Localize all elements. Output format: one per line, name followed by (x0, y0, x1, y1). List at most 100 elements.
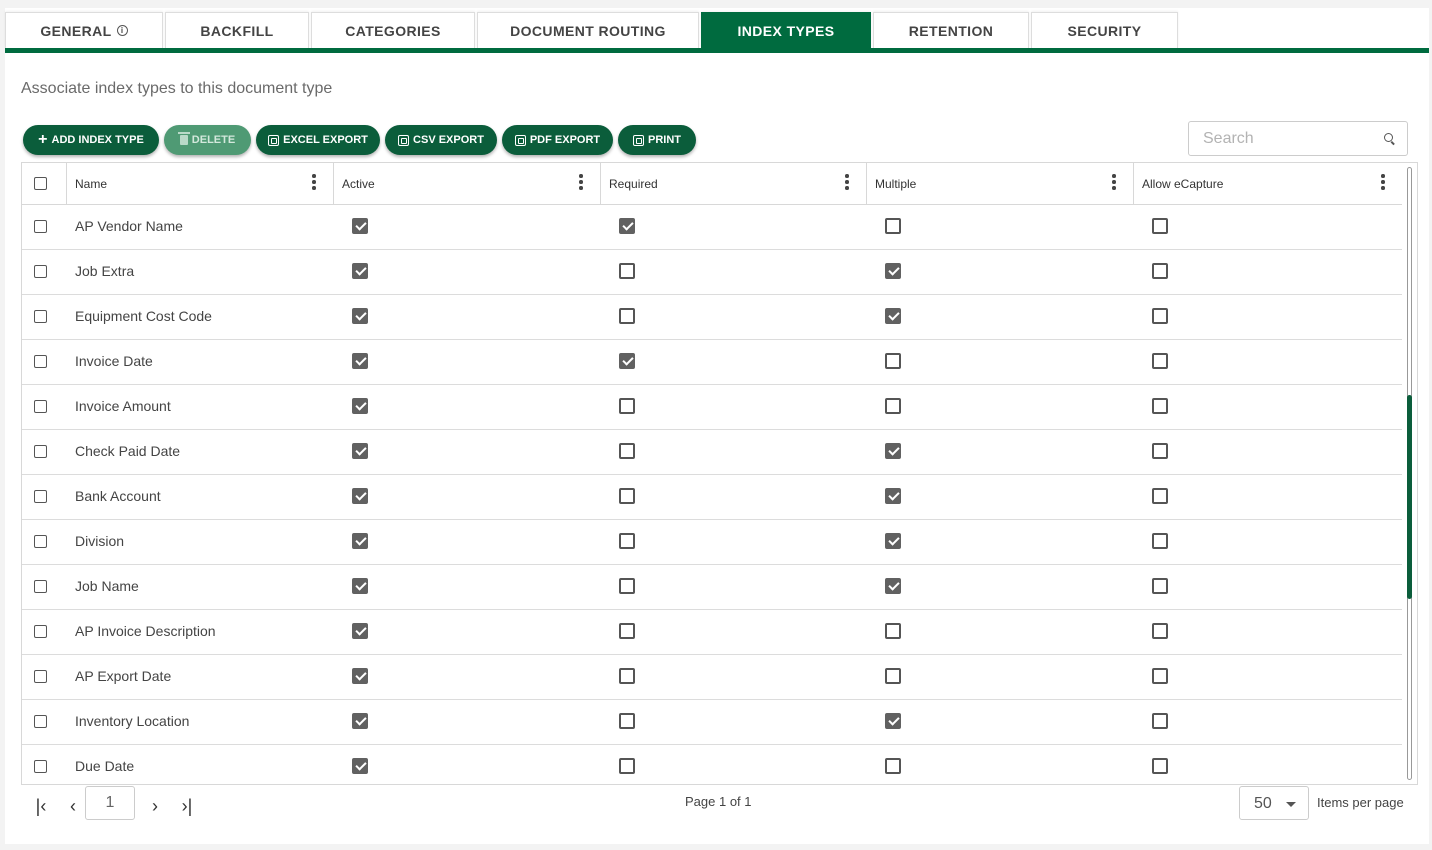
active-checkbox[interactable] (352, 443, 368, 459)
table-row[interactable]: AP Invoice Description (22, 610, 1402, 655)
add-index-type-button[interactable]: + ADD INDEX TYPE (23, 125, 159, 155)
column-menu-icon[interactable] (312, 174, 316, 190)
search-icon[interactable] (1384, 133, 1393, 142)
multiple-checkbox[interactable] (885, 218, 901, 234)
select-all-checkbox[interactable] (34, 177, 47, 190)
column-header-name[interactable]: Name (67, 163, 334, 204)
active-checkbox[interactable] (352, 263, 368, 279)
ecapture-checkbox[interactable] (1152, 218, 1168, 234)
row-select-checkbox[interactable] (34, 580, 47, 593)
row-select-checkbox[interactable] (34, 715, 47, 728)
table-row[interactable]: Bank Account (22, 475, 1402, 520)
column-menu-icon[interactable] (845, 174, 849, 190)
excel-export-button[interactable]: EXCEL EXPORT (256, 125, 380, 155)
ecapture-checkbox[interactable] (1152, 353, 1168, 369)
multiple-checkbox[interactable] (885, 443, 901, 459)
table-row[interactable]: Inventory Location (22, 700, 1402, 745)
required-checkbox[interactable] (619, 443, 635, 459)
multiple-checkbox[interactable] (885, 308, 901, 324)
required-checkbox[interactable] (619, 263, 635, 279)
tab-backfill[interactable]: BACKFILL (165, 12, 309, 48)
column-header-allow-ecapture[interactable]: Allow eCapture (1134, 163, 1402, 204)
required-checkbox[interactable] (619, 308, 635, 324)
delete-button[interactable]: DELETE (164, 125, 251, 155)
table-row[interactable]: Equipment Cost Code (22, 295, 1402, 340)
table-row[interactable]: Division (22, 520, 1402, 565)
tab-categories[interactable]: CATEGORIES (311, 12, 475, 48)
tab-index-types[interactable]: INDEX TYPES (701, 12, 871, 48)
ecapture-checkbox[interactable] (1152, 263, 1168, 279)
row-select-checkbox[interactable] (34, 265, 47, 278)
active-checkbox[interactable] (352, 398, 368, 414)
ecapture-checkbox[interactable] (1152, 533, 1168, 549)
ecapture-checkbox[interactable] (1152, 398, 1168, 414)
active-checkbox[interactable] (352, 668, 368, 684)
row-select-checkbox[interactable] (34, 220, 47, 233)
print-button[interactable]: PRINT (618, 125, 696, 155)
tab-security[interactable]: SECURITY (1031, 12, 1178, 48)
multiple-checkbox[interactable] (885, 533, 901, 549)
items-per-page-select[interactable]: 50 (1239, 786, 1309, 820)
first-page-icon[interactable]: |‹ (29, 794, 53, 818)
active-checkbox[interactable] (352, 713, 368, 729)
table-row[interactable]: AP Vendor Name (22, 205, 1402, 250)
column-menu-icon[interactable] (1112, 174, 1116, 190)
ecapture-checkbox[interactable] (1152, 668, 1168, 684)
active-checkbox[interactable] (352, 353, 368, 369)
multiple-checkbox[interactable] (885, 353, 901, 369)
table-row[interactable]: Invoice Date (22, 340, 1402, 385)
column-header-multiple[interactable]: Multiple (867, 163, 1134, 204)
row-select-checkbox[interactable] (34, 490, 47, 503)
required-checkbox[interactable] (619, 578, 635, 594)
multiple-checkbox[interactable] (885, 263, 901, 279)
table-row[interactable]: Job Extra (22, 250, 1402, 295)
table-row[interactable]: Check Paid Date (22, 430, 1402, 475)
row-select-checkbox[interactable] (34, 535, 47, 548)
row-select-checkbox[interactable] (34, 670, 47, 683)
table-row[interactable]: Invoice Amount (22, 385, 1402, 430)
column-menu-icon[interactable] (1381, 174, 1385, 190)
table-row[interactable]: AP Export Date (22, 655, 1402, 700)
ecapture-checkbox[interactable] (1152, 443, 1168, 459)
page-number-input[interactable] (85, 786, 135, 820)
multiple-checkbox[interactable] (885, 488, 901, 504)
multiple-checkbox[interactable] (885, 398, 901, 414)
required-checkbox[interactable] (619, 533, 635, 549)
column-header-required[interactable]: Required (601, 163, 867, 204)
tab-retention[interactable]: RETENTION (873, 12, 1029, 48)
row-select-checkbox[interactable] (34, 310, 47, 323)
row-select-checkbox[interactable] (34, 445, 47, 458)
previous-page-icon[interactable]: ‹ (61, 794, 85, 818)
required-checkbox[interactable] (619, 353, 635, 369)
row-select-checkbox[interactable] (34, 625, 47, 638)
next-page-icon[interactable]: › (143, 794, 167, 818)
active-checkbox[interactable] (352, 218, 368, 234)
multiple-checkbox[interactable] (885, 623, 901, 639)
scrollbar-thumb[interactable] (1407, 395, 1412, 599)
active-checkbox[interactable] (352, 533, 368, 549)
row-select-checkbox[interactable] (34, 400, 47, 413)
required-checkbox[interactable] (619, 668, 635, 684)
ecapture-checkbox[interactable] (1152, 578, 1168, 594)
required-checkbox[interactable] (619, 713, 635, 729)
row-select-checkbox[interactable] (34, 355, 47, 368)
active-checkbox[interactable] (352, 578, 368, 594)
active-checkbox[interactable] (352, 308, 368, 324)
search-input[interactable] (1201, 122, 1375, 155)
required-checkbox[interactable] (619, 218, 635, 234)
table-row[interactable]: Due Date (22, 745, 1402, 784)
tab-document-routing[interactable]: DOCUMENT ROUTING (477, 12, 699, 48)
ecapture-checkbox[interactable] (1152, 488, 1168, 504)
tab-general[interactable]: GENERAL i (5, 12, 163, 48)
ecapture-checkbox[interactable] (1152, 623, 1168, 639)
ecapture-checkbox[interactable] (1152, 713, 1168, 729)
csv-export-button[interactable]: CSV EXPORT (385, 125, 497, 155)
active-checkbox[interactable] (352, 488, 368, 504)
vertical-scrollbar[interactable] (1402, 163, 1417, 784)
multiple-checkbox[interactable] (885, 758, 901, 774)
required-checkbox[interactable] (619, 488, 635, 504)
pdf-export-button[interactable]: PDF EXPORT (502, 125, 613, 155)
row-select-checkbox[interactable] (34, 760, 47, 773)
required-checkbox[interactable] (619, 758, 635, 774)
column-menu-icon[interactable] (579, 174, 583, 190)
